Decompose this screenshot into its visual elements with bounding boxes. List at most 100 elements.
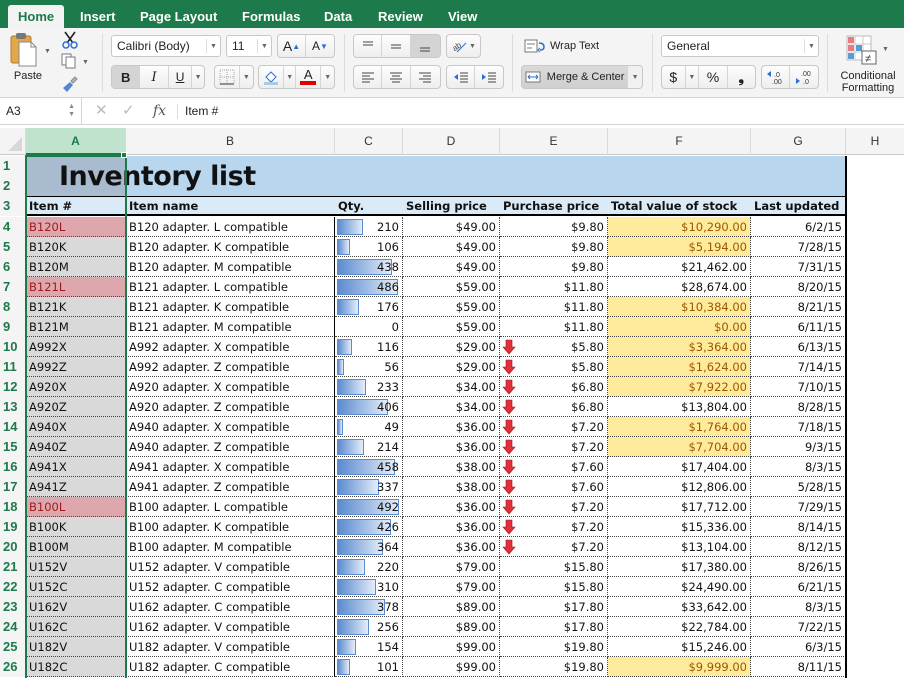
increase-indent-button[interactable] [475,66,503,88]
cell-purchase-price[interactable]: $17.80 [500,617,608,637]
cell-purchase-price[interactable]: $9.80 [500,217,608,237]
borders-dropdown[interactable]: ▼ [240,66,253,88]
cell-item-number[interactable]: B120K [26,237,126,257]
cell-total-value[interactable]: $17,404.00 [608,457,751,477]
cell-purchase-price[interactable]: $7.20 [500,417,608,437]
row-header[interactable]: 7 [0,277,26,297]
cell-item-number[interactable]: U162C [26,617,126,637]
row-header[interactable]: 12 [0,377,26,397]
cell-item-name[interactable]: B100 adapter. K compatible [126,517,335,537]
number-format-dropdown[interactable]: General ▼ [661,35,819,57]
cell-last-updated[interactable]: 9/3/15 [751,437,846,457]
row-header[interactable]: 10 [0,337,26,357]
cell-selling-price[interactable]: $49.00 [403,257,500,277]
cell-purchase-price[interactable]: $19.80 [500,637,608,657]
cell-last-updated[interactable]: 8/20/15 [751,277,846,297]
align-bottom-button[interactable] [410,35,440,57]
percent-button[interactable]: % [699,66,728,88]
cell-selling-price[interactable]: $79.00 [403,577,500,597]
cell-selling-price[interactable]: $89.00 [403,617,500,637]
cell-item-name[interactable]: U162 adapter. V compatible [126,617,335,637]
cell-total-value[interactable]: $3,364.00 [608,337,751,357]
cell-qty[interactable]: 438 [335,257,403,277]
conditional-formatting-button[interactable]: ≠ ▼ Conditional Formatting [838,32,898,96]
tab-formulas[interactable]: Formulas [232,5,311,28]
cell-item-number[interactable]: B120M [26,257,126,277]
merge-center-dropdown[interactable]: ▼ [628,66,642,88]
cell-total-value[interactable]: $1,764.00 [608,417,751,437]
cell-purchase-price[interactable]: $7.60 [500,477,608,497]
cell-last-updated[interactable]: 8/3/15 [751,457,846,477]
cell-purchase-price[interactable]: $7.60 [500,457,608,477]
header-selling-price[interactable]: Selling price [403,196,500,216]
tab-insert[interactable]: Insert [70,5,125,28]
tab-page-layout[interactable]: Page Layout [130,5,227,28]
fill-color-button[interactable] [259,66,285,88]
align-top-button[interactable] [354,35,383,57]
row-header[interactable]: 22 [0,577,26,597]
header-total-value[interactable]: Total value of stock [608,196,751,216]
cell-selling-price[interactable]: $49.00 [403,237,500,257]
formula-input[interactable]: Item # [185,98,218,124]
cell-purchase-price[interactable]: $11.80 [500,297,608,317]
cell-item-number[interactable]: B100M [26,537,126,557]
cell-item-number[interactable]: A920X [26,377,126,397]
cell-purchase-price[interactable]: $7.20 [500,517,608,537]
cell-last-updated[interactable]: 5/28/15 [751,477,846,497]
cell-selling-price[interactable]: $34.00 [403,397,500,417]
cell-item-number[interactable]: A940X [26,417,126,437]
comma-style-button[interactable]: ❟ [728,66,755,88]
cell-selling-price[interactable]: $36.00 [403,537,500,557]
cell-purchase-price[interactable]: $9.80 [500,237,608,257]
cell-selling-price[interactable]: $34.00 [403,377,500,397]
cell-item-name[interactable]: A940 adapter. Z compatible [126,437,335,457]
cell-total-value[interactable]: $9,999.00 [608,657,751,677]
cell-qty[interactable]: 210 [335,217,403,237]
cell-qty[interactable]: 426 [335,517,403,537]
header-purchase-price[interactable]: Purchase price [500,196,608,216]
cell-item-number[interactable]: B121L [26,277,126,297]
cell-item-number[interactable]: U182C [26,657,126,677]
merge-center-button[interactable]: Merge & Center [522,66,629,88]
fill-handle[interactable] [121,152,127,158]
cell-item-name[interactable]: U182 adapter. C compatible [126,657,335,677]
cell-qty[interactable]: 406 [335,397,403,417]
tab-view[interactable]: View [438,5,487,28]
cell-last-updated[interactable]: 7/29/15 [751,497,846,517]
name-box[interactable]: A3 ▲ ▼ [0,98,82,124]
cell-item-name[interactable]: A940 adapter. X compatible [126,417,335,437]
cell-purchase-price[interactable]: $11.80 [500,317,608,337]
cell-item-name[interactable]: A941 adapter. X compatible [126,457,335,477]
cell-item-name[interactable]: B100 adapter. M compatible [126,537,335,557]
cell-item-number[interactable]: A941Z [26,477,126,497]
cell-item-name[interactable]: B120 adapter. K compatible [126,237,335,257]
cell-qty[interactable]: 214 [335,437,403,457]
cell-item-name[interactable]: B120 adapter. L compatible [126,217,335,237]
underline-dropdown[interactable]: ▼ [192,66,204,88]
cell-qty[interactable]: 310 [335,577,403,597]
column-header-d[interactable]: D [403,128,500,155]
cell-purchase-price[interactable]: $6.80 [500,397,608,417]
currency-dropdown[interactable]: ▼ [686,66,700,88]
cell-item-number[interactable]: A940Z [26,437,126,457]
format-painter-icon[interactable] [60,74,80,94]
copy-icon[interactable]: ▼ [60,52,90,70]
fill-color-dropdown[interactable]: ▼ [284,66,297,88]
cell-last-updated[interactable]: 8/11/15 [751,657,846,677]
increase-decimal-button[interactable]: .0.00 [762,66,791,88]
header-qty[interactable]: Qty. [335,196,403,216]
cell-qty[interactable]: 486 [335,277,403,297]
tab-data[interactable]: Data [314,5,362,28]
column-header-c[interactable]: C [335,128,403,155]
cell-purchase-price[interactable]: $7.20 [500,437,608,457]
cell-selling-price[interactable]: $59.00 [403,277,500,297]
tab-home[interactable]: Home [8,5,65,28]
cell-item-number[interactable]: A920Z [26,397,126,417]
row-header[interactable]: 19 [0,517,26,537]
cell-qty[interactable]: 378 [335,597,403,617]
cell-selling-price[interactable]: $36.00 [403,437,500,457]
column-header-h[interactable]: H [846,128,904,155]
cell-purchase-price[interactable]: $6.80 [500,377,608,397]
cell-last-updated[interactable]: 7/28/15 [751,237,846,257]
cell-selling-price[interactable]: $29.00 [403,337,500,357]
